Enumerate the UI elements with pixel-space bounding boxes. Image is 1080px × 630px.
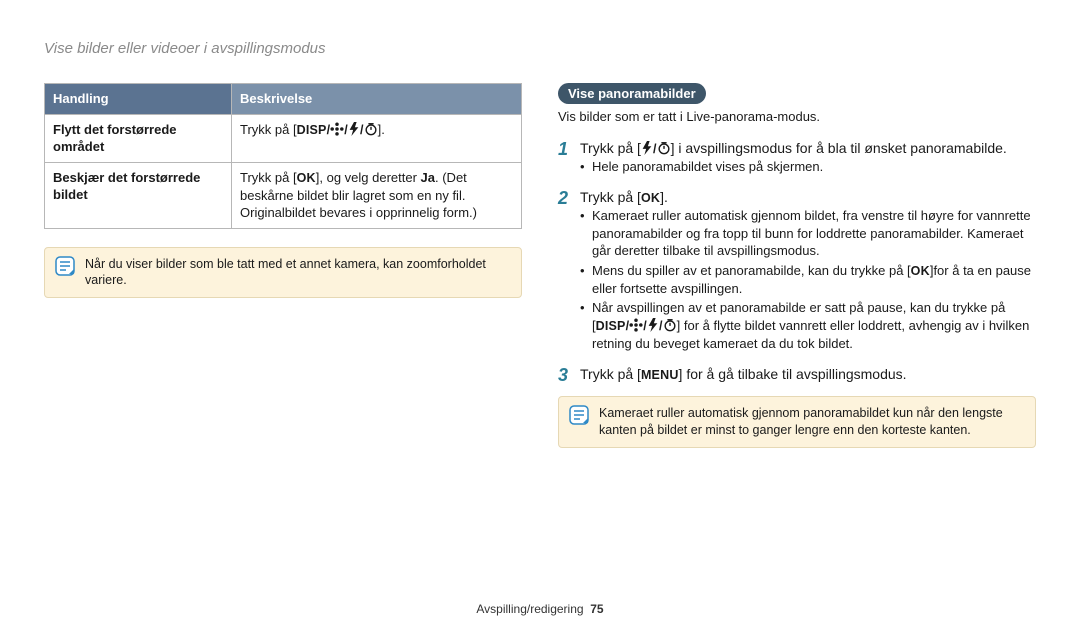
footer-section: Avspilling/redigering <box>476 602 583 616</box>
list-item: Kameraet ruller automatisk gjennom bilde… <box>580 207 1036 260</box>
table-cell-description: Trykk på [OK], og velg deretter Ja. (Det… <box>232 162 522 228</box>
note-text: Når du viser bilder som ble tatt med et … <box>85 256 511 290</box>
ja-label: Ja <box>421 170 435 185</box>
steps-list: 1 Trykk på [/] i avspillingsmodus for å … <box>558 140 1036 386</box>
text: ]. <box>660 189 668 205</box>
step-number: 3 <box>558 366 580 386</box>
step-1-bullets: Hele panoramabildet vises på skjermen. <box>580 158 1036 176</box>
flower-icon <box>629 318 643 332</box>
note-icon <box>569 405 589 439</box>
flower-icon <box>330 122 344 136</box>
text: Mens du spiller av et panoramabilde, kan… <box>592 263 911 278</box>
info-note-right: Kameraet ruller automatisk gjennom panor… <box>558 396 1036 448</box>
menu-label: MENU <box>641 368 679 382</box>
table-row: Beskjær det forstørrede bildet Trykk på … <box>45 162 522 228</box>
table-row: Flytt det forstørrede området Trykk på [… <box>45 114 522 162</box>
timer-icon <box>364 122 378 136</box>
left-column: Handling Beskrivelse Flytt det forstørre… <box>44 83 522 596</box>
step-2-bullets: Kameraet ruller automatisk gjennom bilde… <box>580 207 1036 352</box>
timer-icon <box>663 318 677 332</box>
info-note-left: Når du viser bilder som ble tatt med et … <box>44 247 522 299</box>
right-column: Vise panoramabilder Vis bilder som er ta… <box>558 83 1036 596</box>
list-item: Når avspillingen av et panoramabilde er … <box>580 299 1036 352</box>
ok-label: OK <box>641 191 660 205</box>
flash-icon <box>348 122 360 136</box>
table-header-description: Beskrivelse <box>232 84 522 115</box>
flash-icon <box>641 141 653 155</box>
text: Trykk på [ <box>580 140 641 156</box>
footer-page-number: 75 <box>590 602 603 616</box>
step-1: 1 Trykk på [/] i avspillingsmodus for å … <box>558 140 1036 184</box>
step-2: 2 Trykk på [OK]. Kameraet ruller automat… <box>558 189 1036 360</box>
text: Trykk på [ <box>240 170 297 185</box>
table-header-action: Handling <box>45 84 232 115</box>
note-text: Kameraet ruller automatisk gjennom panor… <box>599 405 1025 439</box>
step-number: 2 <box>558 189 580 360</box>
ok-label: OK <box>297 171 316 185</box>
text: ] for å gå tilbake til avspillingsmodus. <box>679 366 907 382</box>
step-3: 3 Trykk på [MENU] for å gå tilbake til a… <box>558 366 1036 386</box>
text: Trykk på [ <box>240 122 297 137</box>
note-icon <box>55 256 75 290</box>
text: Trykk på [ <box>580 366 641 382</box>
disp-label: DISP/ <box>596 319 630 333</box>
list-item: Hele panoramabildet vises på skjermen. <box>580 158 1036 176</box>
panorama-subtext: Vis bilder som er tatt i Live-panorama-m… <box>558 108 1036 126</box>
list-item: Mens du spiller av et panoramabilde, kan… <box>580 262 1036 297</box>
text: ] i avspillingsmodus for å bla til ønske… <box>671 140 1007 156</box>
step-number: 1 <box>558 140 580 184</box>
flash-icon <box>647 318 659 332</box>
table-cell-action: Beskjær det forstørrede bildet <box>45 162 232 228</box>
ok-label: OK <box>911 264 930 278</box>
disp-label: DISP/ <box>297 123 331 137</box>
timer-icon <box>657 141 671 155</box>
table-cell-description: Trykk på [DISP///]. <box>232 114 522 162</box>
two-column-layout: Handling Beskrivelse Flytt det forstørre… <box>44 83 1036 596</box>
panorama-heading-pill: Vise panoramabilder <box>558 83 706 104</box>
page-title: Vise bilder eller videoer i avspillingsm… <box>44 40 1036 57</box>
text: ]. <box>378 122 385 137</box>
text: Trykk på [ <box>580 189 641 205</box>
table-cell-action: Flytt det forstørrede området <box>45 114 232 162</box>
page-footer: Avspilling/redigering 75 <box>44 596 1036 616</box>
actions-table: Handling Beskrivelse Flytt det forstørre… <box>44 83 522 229</box>
text: ], og velg deretter <box>316 170 421 185</box>
